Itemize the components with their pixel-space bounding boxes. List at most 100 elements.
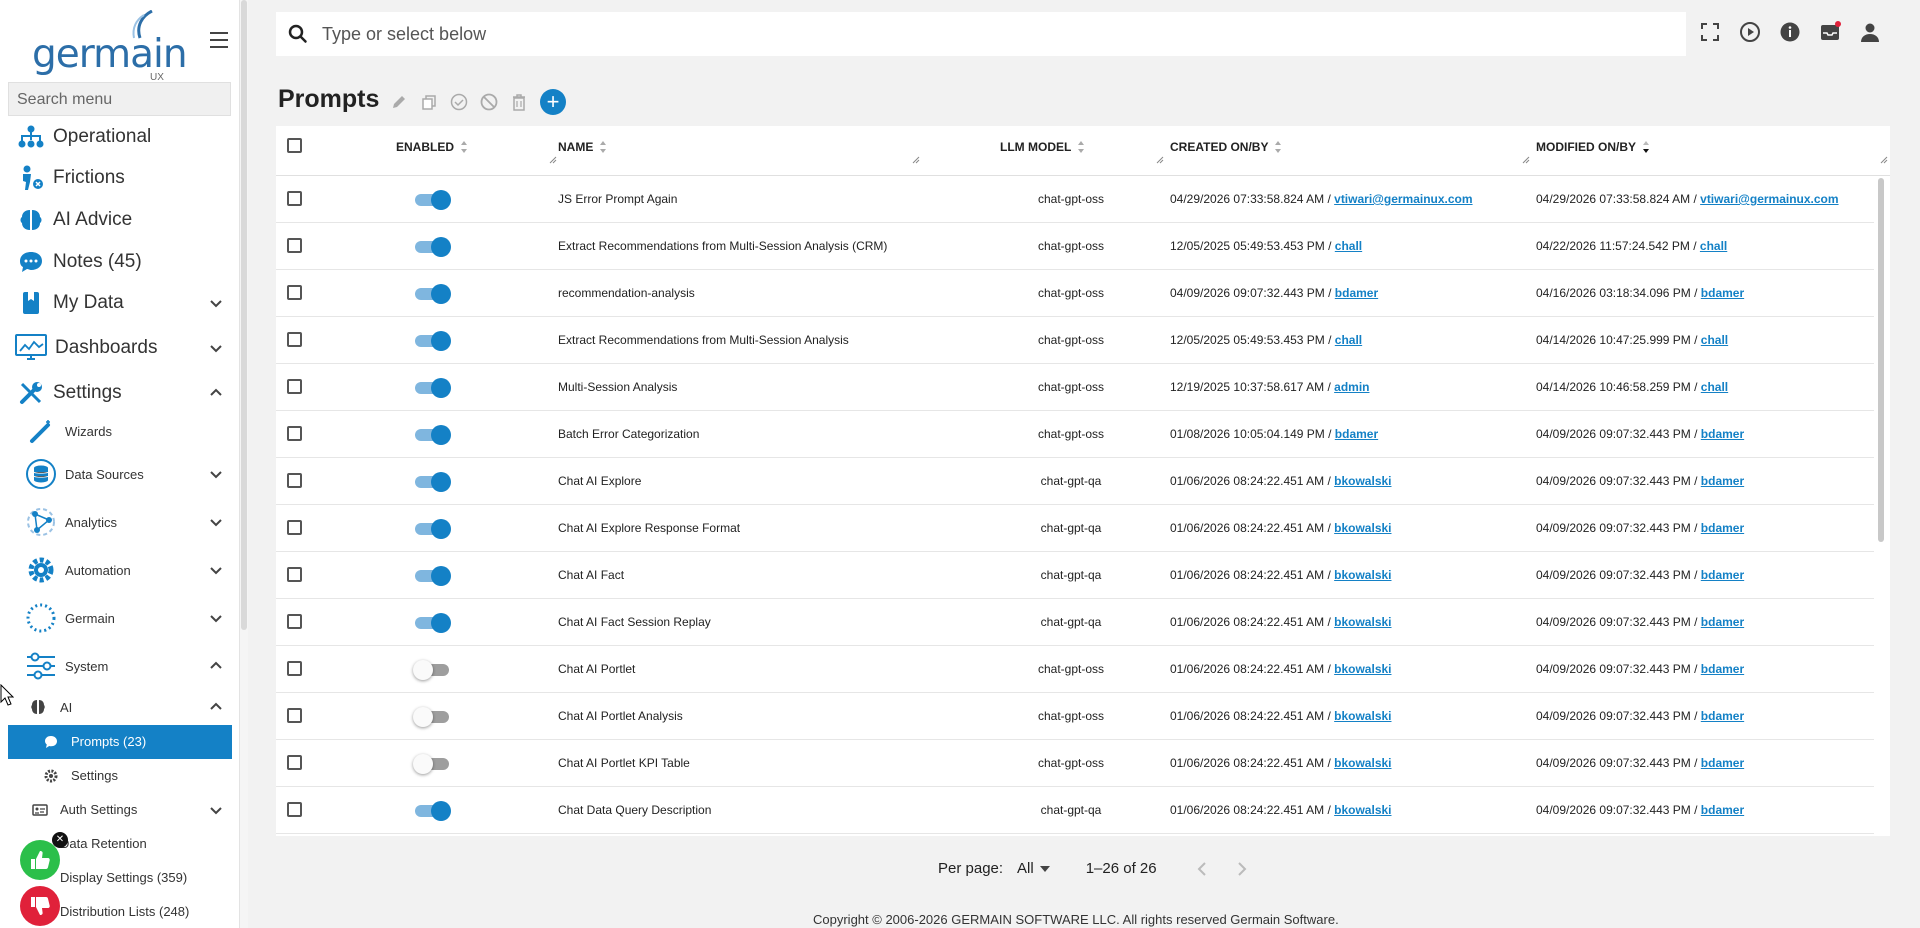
prompt-name[interactable]: Multi-Session Analysis: [558, 380, 677, 394]
sidebar-item-settings[interactable]: Settings: [0, 378, 239, 408]
created-by-link[interactable]: bkowalski: [1334, 709, 1391, 723]
enabled-toggle[interactable]: [413, 378, 451, 398]
sidebar-scrollbar[interactable]: [240, 0, 248, 928]
row-checkbox[interactable]: [287, 567, 302, 582]
row-checkbox[interactable]: [287, 285, 302, 300]
column-header-llm-model[interactable]: LLM MODEL: [1000, 140, 1085, 154]
created-by-link[interactable]: bkowalski: [1334, 568, 1391, 582]
prompt-name[interactable]: Chat Data Query Description: [558, 803, 711, 817]
global-search-bar[interactable]: Type or select below: [276, 12, 1686, 56]
table-row[interactable]: Chat Data Query Description chat-gpt-qa 01…: [276, 787, 1874, 834]
enabled-toggle[interactable]: [413, 707, 451, 727]
sort-icon[interactable]: [599, 140, 607, 154]
chevron-down-icon[interactable]: [210, 297, 222, 309]
edit-icon[interactable]: [388, 91, 410, 113]
created-by-link[interactable]: bkowalski: [1334, 756, 1391, 770]
row-checkbox[interactable]: [287, 755, 302, 770]
table-row[interactable]: Extract Recommendations from Multi-Sessi…: [276, 317, 1874, 364]
enabled-toggle[interactable]: [413, 425, 451, 445]
row-checkbox[interactable]: [287, 426, 302, 441]
prompt-name[interactable]: Extract Recommendations from Multi-Sessi…: [558, 239, 887, 253]
chevron-down-icon[interactable]: [210, 342, 222, 354]
modified-by-link[interactable]: bdamer: [1701, 427, 1744, 441]
column-resize-handle[interactable]: [1156, 156, 1164, 164]
created-by-link[interactable]: bdamer: [1335, 427, 1378, 441]
search-menu-input[interactable]: Search menu: [8, 82, 231, 116]
table-row[interactable]: Extract Recommendations from Multi-Sessi…: [276, 223, 1874, 270]
created-by-link[interactable]: bkowalski: [1334, 615, 1391, 629]
sort-icon[interactable]: [460, 140, 468, 154]
next-page-icon[interactable]: [1237, 861, 1247, 876]
fullscreen-icon[interactable]: [1698, 20, 1722, 44]
sort-desc-icon[interactable]: [1642, 140, 1650, 154]
chevron-down-icon[interactable]: [210, 468, 222, 480]
table-scrollbar-thumb[interactable]: [1878, 178, 1884, 542]
copy-icon[interactable]: [418, 91, 440, 113]
chevron-down-icon[interactable]: [210, 804, 222, 816]
enabled-toggle[interactable]: [413, 519, 451, 539]
sidebar-item-ai-advice[interactable]: AI Advice: [0, 205, 239, 235]
created-by-link[interactable]: bkowalski: [1334, 474, 1391, 488]
modified-by-link[interactable]: bdamer: [1701, 568, 1744, 582]
sidebar-item-notes[interactable]: Notes (45): [0, 247, 239, 277]
disable-icon[interactable]: [478, 91, 500, 113]
modified-by-link[interactable]: bdamer: [1701, 803, 1744, 817]
column-header-created[interactable]: CREATED ON/BY: [1170, 140, 1282, 154]
modified-by-link[interactable]: chall: [1700, 239, 1727, 253]
sidebar-item-dashboards[interactable]: Dashboards: [0, 333, 239, 363]
select-all-checkbox[interactable]: [287, 138, 302, 153]
created-by-link[interactable]: vtiwari@germainux.com: [1334, 192, 1472, 206]
sort-icon[interactable]: [1274, 140, 1282, 154]
created-by-link[interactable]: chall: [1335, 333, 1362, 347]
table-row[interactable]: JS Error Prompt Again chat-gpt-oss 04/29/2…: [276, 176, 1874, 223]
sidebar-item-ai[interactable]: AI: [0, 690, 239, 724]
sidebar-item-automation[interactable]: Automation: [0, 553, 239, 587]
add-prompt-button[interactable]: +: [540, 89, 566, 115]
play-icon[interactable]: [1738, 20, 1762, 44]
row-checkbox[interactable]: [287, 661, 302, 676]
table-row[interactable]: Chat AI Fact Session Replay chat-gpt-qa 01…: [276, 599, 1874, 646]
row-checkbox[interactable]: [287, 191, 302, 206]
column-resize-handle[interactable]: [549, 156, 557, 164]
row-checkbox[interactable]: [287, 520, 302, 535]
enabled-toggle[interactable]: [413, 566, 451, 586]
dislike-button[interactable]: [20, 886, 60, 926]
prompt-name[interactable]: Chat AI Explore Response Format: [558, 521, 740, 535]
sidebar-item-data-sources[interactable]: Data Sources: [0, 457, 239, 491]
modified-by-link[interactable]: bdamer: [1701, 709, 1744, 723]
prompt-name[interactable]: Chat AI Portlet Analysis: [558, 709, 683, 723]
chevron-down-icon[interactable]: [210, 564, 222, 576]
row-checkbox[interactable]: [287, 708, 302, 723]
created-by-link[interactable]: bkowalski: [1334, 662, 1391, 676]
modified-by-link[interactable]: bdamer: [1701, 474, 1744, 488]
chevron-up-icon[interactable]: [210, 387, 222, 399]
sidebar-item-frictions[interactable]: Frictions: [0, 163, 239, 193]
enabled-toggle[interactable]: [413, 190, 451, 210]
modified-by-link[interactable]: vtiwari@germainux.com: [1700, 192, 1838, 206]
enabled-toggle[interactable]: [413, 237, 451, 257]
sidebar-item-prompts[interactable]: Prompts (23): [8, 725, 232, 759]
trash-icon[interactable]: [508, 91, 530, 113]
info-icon[interactable]: [1778, 20, 1802, 44]
modified-by-link[interactable]: bdamer: [1701, 286, 1744, 300]
column-resize-handle[interactable]: [1522, 156, 1530, 164]
row-checkbox[interactable]: [287, 614, 302, 629]
table-row[interactable]: Chat AI Fact chat-gpt-qa 01/06/2026 08:24:…: [276, 552, 1874, 599]
modified-by-link[interactable]: bdamer: [1701, 662, 1744, 676]
table-row[interactable]: Chat AI Portlet chat-gpt-oss 01/06/2026 08…: [276, 646, 1874, 693]
created-by-link[interactable]: admin: [1334, 380, 1369, 394]
prompt-name[interactable]: Chat AI Portlet KPI Table: [558, 756, 690, 770]
table-row[interactable]: Chat AI Portlet KPI Table chat-gpt-oss 01/…: [276, 740, 1874, 787]
table-row[interactable]: Chat AI Explore Response Format chat-gpt-…: [276, 505, 1874, 552]
sidebar-item-germain[interactable]: Germain: [0, 601, 239, 635]
enabled-toggle[interactable]: [413, 660, 451, 680]
row-checkbox[interactable]: [287, 238, 302, 253]
sidebar-item-analytics[interactable]: Analytics: [0, 505, 239, 539]
prompt-name[interactable]: Chat AI Fact: [558, 568, 624, 582]
column-header-name[interactable]: NAME: [558, 140, 607, 154]
prompt-name[interactable]: JS Error Prompt Again: [558, 192, 677, 206]
check-circle-icon[interactable]: [448, 91, 470, 113]
created-by-link[interactable]: bdamer: [1335, 286, 1378, 300]
table-row[interactable]: Chat AI Explore chat-gpt-qa 01/06/2026 08:…: [276, 458, 1874, 505]
column-resize-handle[interactable]: [912, 156, 920, 164]
